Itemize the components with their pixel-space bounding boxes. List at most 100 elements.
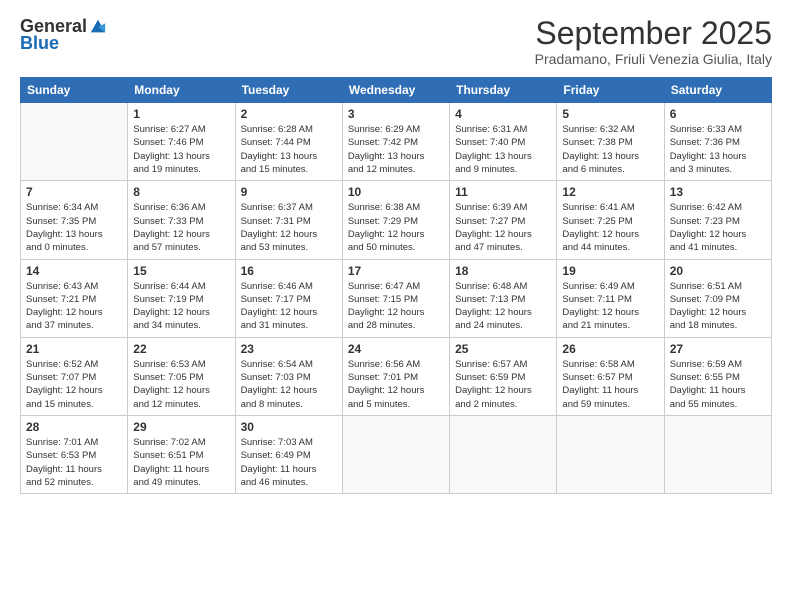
day-number: 22 [133,342,229,356]
calendar-cell: 24Sunrise: 6:56 AMSunset: 7:01 PMDayligh… [342,337,449,415]
day-number: 9 [241,185,337,199]
calendar-cell: 6Sunrise: 6:33 AMSunset: 7:36 PMDaylight… [664,103,771,181]
calendar-header-row: SundayMondayTuesdayWednesdayThursdayFrid… [21,78,772,103]
day-info: Sunrise: 6:56 AMSunset: 7:01 PMDaylight:… [348,358,444,411]
calendar-week-2: 7Sunrise: 6:34 AMSunset: 7:35 PMDaylight… [21,181,772,259]
calendar-cell: 29 Sunrise: 7:02 AMSunset: 6:51 PMDayligh… [128,415,235,493]
calendar-cell [450,415,557,493]
day-number: 12 [562,185,658,199]
day-info: Sunrise: 6:41 AMSunset: 7:25 PMDaylight:… [562,201,658,254]
day-number: 7 [26,185,122,199]
day-info: Sunrise: 6:47 AMSunset: 7:15 PMDaylight:… [348,280,444,333]
day-number: 16 [241,264,337,278]
day-number: 4 [455,107,551,121]
day-number: 2 [241,107,337,121]
calendar-cell [557,415,664,493]
day-info: Sunrise: 7:03 AMSunset: 6:49 PMDaylight:… [241,436,337,489]
day-info: Sunrise: 6:27 AMSunset: 7:46 PMDaylight:… [133,123,229,176]
day-info: Sunrise: 7:01 AMSunset: 6:53 PMDaylight:… [26,436,122,489]
day-number: 1 [133,107,229,121]
day-number: 11 [455,185,551,199]
location-subtitle: Pradamano, Friuli Venezia Giulia, Italy [535,51,772,67]
day-number: 8 [133,185,229,199]
day-number: 21 [26,342,122,356]
calendar-cell: 8 Sunrise: 6:36 AMSunset: 7:33 PMDaylight… [128,181,235,259]
day-number: 3 [348,107,444,121]
day-info: Sunrise: 6:28 AMSunset: 7:44 PMDaylight:… [241,123,337,176]
day-number: 26 [562,342,658,356]
month-title: September 2025 [535,16,772,51]
day-info: Sunrise: 6:49 AMSunset: 7:11 PMDaylight:… [562,280,658,333]
calendar-cell: 11 Sunrise: 6:39 AMSunset: 7:27 PMDayligh… [450,181,557,259]
calendar-cell: 14 Sunrise: 6:43 AMSunset: 7:21 PMDayligh… [21,259,128,337]
calendar-cell: 19 Sunrise: 6:49 AMSunset: 7:11 PMDayligh… [557,259,664,337]
calendar-cell: 23 Sunrise: 6:54 AMSunset: 7:03 PMDayligh… [235,337,342,415]
calendar-week-4: 21 Sunrise: 6:52 AMSunset: 7:07 PMDayligh… [21,337,772,415]
day-info: Sunrise: 6:37 AMSunset: 7:31 PMDaylight:… [241,201,337,254]
logo-icon [89,18,107,36]
calendar-header-friday: Friday [557,78,664,103]
calendar-cell: 21 Sunrise: 6:52 AMSunset: 7:07 PMDayligh… [21,337,128,415]
day-number: 19 [562,264,658,278]
calendar-week-3: 14 Sunrise: 6:43 AMSunset: 7:21 PMDayligh… [21,259,772,337]
calendar-week-1: 1 Sunrise: 6:27 AMSunset: 7:46 PMDaylight… [21,103,772,181]
calendar-week-5: 28 Sunrise: 7:01 AMSunset: 6:53 PMDayligh… [21,415,772,493]
day-number: 29 [133,420,229,434]
day-number: 14 [26,264,122,278]
day-number: 15 [133,264,229,278]
calendar-cell: 17 Sunrise: 6:47 AMSunset: 7:15 PMDayligh… [342,259,449,337]
day-info: Sunrise: 7:02 AMSunset: 6:51 PMDaylight:… [133,436,229,489]
day-info: Sunrise: 6:38 AMSunset: 7:29 PMDaylight:… [348,201,444,254]
day-number: 10 [348,185,444,199]
calendar-header-saturday: Saturday [664,78,771,103]
calendar-cell: 10 Sunrise: 6:38 AMSunset: 7:29 PMDayligh… [342,181,449,259]
calendar-body: 1 Sunrise: 6:27 AMSunset: 7:46 PMDaylight… [21,103,772,494]
logo: General Blue [20,16,107,54]
day-number: 25 [455,342,551,356]
calendar-header-thursday: Thursday [450,78,557,103]
day-info: Sunrise: 6:36 AMSunset: 7:33 PMDaylight:… [133,201,229,254]
day-info: Sunrise: 6:46 AMSunset: 7:17 PMDaylight:… [241,280,337,333]
day-info: Sunrise: 6:54 AMSunset: 7:03 PMDaylight:… [241,358,337,411]
day-number: 17 [348,264,444,278]
calendar-cell: 13Sunrise: 6:42 AMSunset: 7:23 PMDayligh… [664,181,771,259]
calendar-cell: 27Sunrise: 6:59 AMSunset: 6:55 PMDayligh… [664,337,771,415]
calendar-table: SundayMondayTuesdayWednesdayThursdayFrid… [20,77,772,494]
calendar-cell [342,415,449,493]
day-info: Sunrise: 6:43 AMSunset: 7:21 PMDaylight:… [26,280,122,333]
calendar-cell [21,103,128,181]
calendar-cell: 30 Sunrise: 7:03 AMSunset: 6:49 PMDayligh… [235,415,342,493]
day-info: Sunrise: 6:31 AMSunset: 7:40 PMDaylight:… [455,123,551,176]
day-number: 20 [670,264,766,278]
calendar-cell: 2 Sunrise: 6:28 AMSunset: 7:44 PMDaylight… [235,103,342,181]
header: General Blue September 2025 Pradamano, F… [20,16,772,67]
calendar-cell: 26 Sunrise: 6:58 AMSunset: 6:57 PMDayligh… [557,337,664,415]
day-number: 30 [241,420,337,434]
calendar-cell: 18 Sunrise: 6:48 AMSunset: 7:13 PMDayligh… [450,259,557,337]
calendar-cell: 9 Sunrise: 6:37 AMSunset: 7:31 PMDaylight… [235,181,342,259]
calendar-cell: 25 Sunrise: 6:57 AMSunset: 6:59 PMDayligh… [450,337,557,415]
day-number: 13 [670,185,766,199]
calendar-page: General Blue September 2025 Pradamano, F… [0,0,792,612]
title-section: September 2025 Pradamano, Friuli Venezia… [535,16,772,67]
calendar-header-wednesday: Wednesday [342,78,449,103]
day-info: Sunrise: 6:57 AMSunset: 6:59 PMDaylight:… [455,358,551,411]
calendar-header-monday: Monday [128,78,235,103]
calendar-cell: 3Sunrise: 6:29 AMSunset: 7:42 PMDaylight… [342,103,449,181]
day-info: Sunrise: 6:51 AMSunset: 7:09 PMDaylight:… [670,280,766,333]
calendar-cell: 1 Sunrise: 6:27 AMSunset: 7:46 PMDaylight… [128,103,235,181]
logo-blue-text: Blue [20,33,59,54]
day-info: Sunrise: 6:39 AMSunset: 7:27 PMDaylight:… [455,201,551,254]
day-number: 23 [241,342,337,356]
day-info: Sunrise: 6:33 AMSunset: 7:36 PMDaylight:… [670,123,766,176]
calendar-cell: 12 Sunrise: 6:41 AMSunset: 7:25 PMDayligh… [557,181,664,259]
day-info: Sunrise: 6:58 AMSunset: 6:57 PMDaylight:… [562,358,658,411]
day-info: Sunrise: 6:48 AMSunset: 7:13 PMDaylight:… [455,280,551,333]
day-number: 28 [26,420,122,434]
calendar-cell: 4 Sunrise: 6:31 AMSunset: 7:40 PMDaylight… [450,103,557,181]
day-info: Sunrise: 6:32 AMSunset: 7:38 PMDaylight:… [562,123,658,176]
calendar-cell: 5Sunrise: 6:32 AMSunset: 7:38 PMDaylight… [557,103,664,181]
day-info: Sunrise: 6:52 AMSunset: 7:07 PMDaylight:… [26,358,122,411]
day-number: 18 [455,264,551,278]
calendar-header-tuesday: Tuesday [235,78,342,103]
